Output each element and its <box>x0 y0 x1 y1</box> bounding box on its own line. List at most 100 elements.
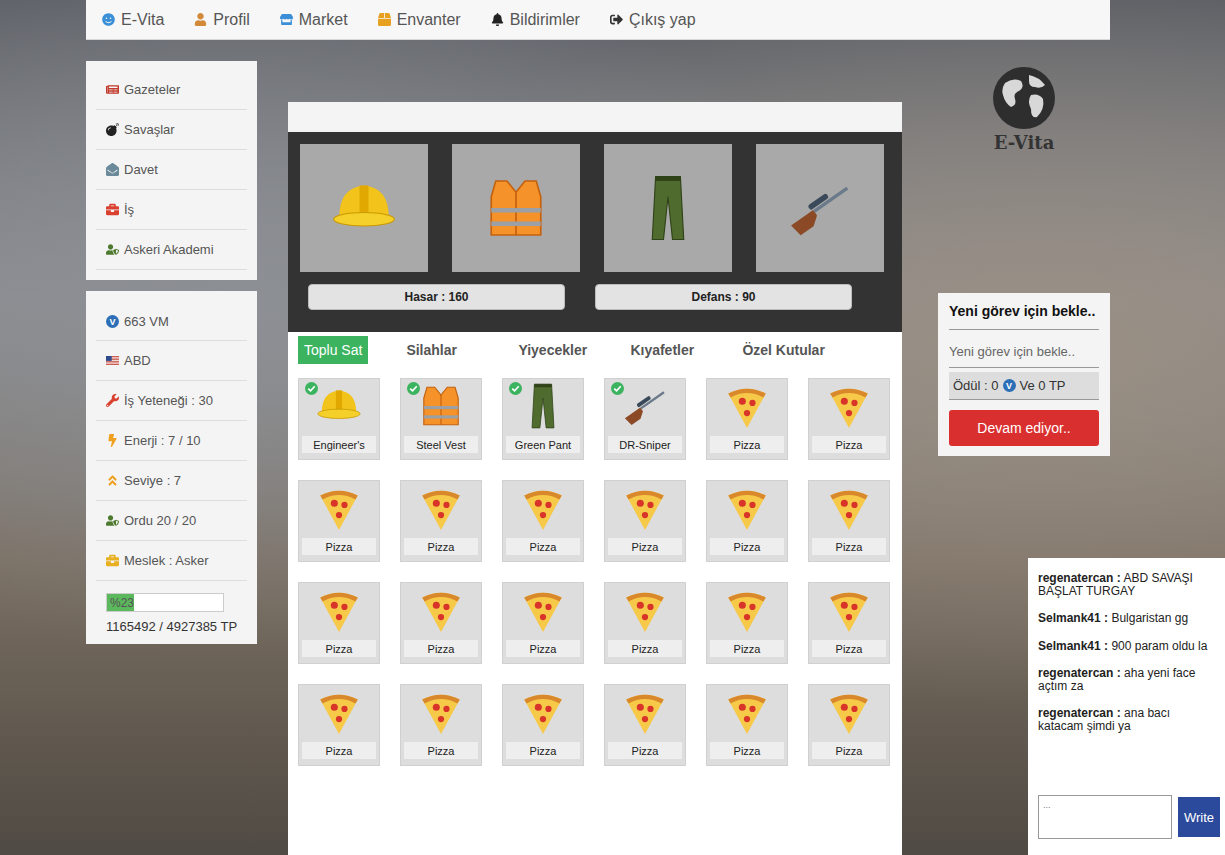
home-icon <box>102 13 115 26</box>
inventory-item[interactable]: Pizza <box>502 582 584 664</box>
level-icon <box>106 474 119 487</box>
equipment-stat: Defans : 90 <box>595 284 852 310</box>
task-box: Yeni görev için bekle..Yeni görev için b… <box>938 293 1110 456</box>
inventory-item[interactable]: Pizza <box>502 480 584 562</box>
stats-box: V663 VMABDİş Yeteneği : 30Enerji : 7 / 1… <box>86 291 257 644</box>
inventory-item[interactable]: Pizza <box>706 684 788 766</box>
page: E-Vita Profil Market Envanter Bildirimler Çık… <box>0 0 1225 855</box>
task-description: Yeni görev için bekle.. <box>949 330 1099 368</box>
inventory-item[interactable]: Pizza <box>298 684 380 766</box>
inventory-item[interactable]: Pizza <box>298 480 380 562</box>
pizza-icon <box>416 687 466 737</box>
write-button[interactable]: Write <box>1178 797 1220 837</box>
left-sidebar: GazetelerSavaşlarDavetİşAskeri Akademi V6… <box>86 61 257 644</box>
inventory-item[interactable]: Pizza <box>706 378 788 460</box>
inventory-item[interactable]: Pizza <box>298 582 380 664</box>
inventory-item[interactable]: Pizza <box>808 582 890 664</box>
tab[interactable]: Yiyecekler <box>518 342 630 358</box>
vest-icon <box>416 381 466 431</box>
vest-icon <box>480 172 552 244</box>
pizza-icon <box>620 585 670 635</box>
equipment-slot[interactable] <box>756 144 884 272</box>
item-name: Pizza <box>710 742 784 759</box>
wars-icon <box>106 123 119 136</box>
item-name: Pizza <box>812 640 886 657</box>
inventory-item[interactable]: Pizza <box>400 480 482 562</box>
task-title: Yeni görev için bekle.. <box>949 303 1099 330</box>
item-name: DR-Sniper <box>608 436 682 453</box>
item-name: Pizza <box>710 538 784 555</box>
notifications-icon <box>491 13 504 26</box>
equipment-slot[interactable] <box>300 144 428 272</box>
inventory-item[interactable]: Pizza <box>808 480 890 562</box>
sniper-rifle-icon <box>620 381 670 431</box>
academy-icon <box>106 243 119 256</box>
inventory-item[interactable]: Pizza <box>604 480 686 562</box>
chat-message: Selmank41 : 900 param oldu la <box>1038 640 1217 653</box>
nav-item[interactable]: Envanter <box>378 11 461 29</box>
stat-row: V663 VM <box>96 303 247 341</box>
top-nav: E-Vita Profil Market Envanter Bildirimler Çık… <box>86 0 1110 40</box>
chat-input[interactable] <box>1038 795 1172 839</box>
nav-item[interactable]: Market <box>280 11 348 29</box>
item-name: Pizza <box>506 640 580 657</box>
tab[interactable]: Toplu Sat <box>298 336 368 364</box>
pants-icon <box>632 172 704 244</box>
item-name: Pizza <box>812 436 886 453</box>
equipped-check-icon <box>407 382 420 395</box>
inventory-item[interactable]: Pizza <box>604 582 686 664</box>
inventory-item[interactable]: Pizza <box>400 684 482 766</box>
inventory-item[interactable]: Pizza <box>604 684 686 766</box>
inventory-item[interactable]: Pizza <box>808 684 890 766</box>
sidebar-item[interactable]: İş <box>96 190 247 230</box>
sidebar-item[interactable]: Askeri Akademi <box>96 230 247 270</box>
tab[interactable]: Silahlar <box>406 342 518 358</box>
inventory-item[interactable]: Pizza <box>400 582 482 664</box>
inventory-item[interactable]: DR-Sniper <box>604 378 686 460</box>
pizza-icon <box>620 687 670 737</box>
right-column: E-VitaYeni görev için bekle..Yeni görev … <box>938 40 1110 456</box>
us-flag-icon <box>106 354 119 367</box>
inventory-item[interactable]: Pizza <box>502 684 584 766</box>
inventory-item[interactable]: Engineer's <box>298 378 380 460</box>
tab[interactable]: Kıyafetler <box>630 342 742 358</box>
task-button[interactable]: Devam ediyor.. <box>949 410 1099 446</box>
helmet-icon <box>314 381 364 431</box>
stat-row: ABD <box>96 341 247 381</box>
nav-item[interactable]: Çıkış yap <box>610 11 696 29</box>
inventory-item[interactable]: Pizza <box>808 378 890 460</box>
item-name: Pizza <box>404 640 478 657</box>
equipment-slot[interactable] <box>452 144 580 272</box>
nav-item[interactable]: Bildirimler <box>491 11 580 29</box>
inventory-item[interactable]: Green Pant <box>502 378 584 460</box>
invite-icon <box>106 163 119 176</box>
item-name: Pizza <box>302 640 376 657</box>
market-icon <box>280 13 293 26</box>
globe-logo-icon <box>991 65 1057 131</box>
equipment-panel: Hasar : 160Defans : 90 <box>288 132 902 332</box>
sidebar-item[interactable]: Savaşlar <box>96 110 247 150</box>
inventory-item[interactable]: Steel Vest <box>400 378 482 460</box>
stat-row: Enerji : 7 / 10 <box>96 421 247 461</box>
inventory-icon <box>378 13 391 26</box>
vm-icon: V <box>1003 379 1016 392</box>
tab[interactable]: Özel Kutular <box>742 342 854 358</box>
item-name: Pizza <box>608 640 682 657</box>
inventory-item[interactable]: Pizza <box>706 582 788 664</box>
inventory-item[interactable]: Pizza <box>706 480 788 562</box>
helmet-icon <box>328 172 400 244</box>
profession-icon <box>106 554 119 567</box>
pizza-icon <box>314 687 364 737</box>
item-name: Steel Vest <box>404 436 478 453</box>
sidebar-item[interactable]: Gazeteler <box>96 70 247 110</box>
inventory-panel: Hasar : 160Defans : 90 Toplu Sat SilahlarY… <box>288 102 902 855</box>
nav-item[interactable]: Profil <box>194 11 249 29</box>
inventory-tabs: Toplu Sat SilahlarYiyeceklerKıyafetlerÖze… <box>288 332 902 364</box>
item-name: Green Pant <box>506 436 580 453</box>
sidebar-item[interactable]: Davet <box>96 150 247 190</box>
nav-item[interactable]: E-Vita <box>102 11 164 29</box>
item-name: Pizza <box>710 640 784 657</box>
equipment-slot[interactable] <box>604 144 732 272</box>
skill-icon <box>106 394 119 407</box>
stat-row: Meslek : Asker <box>96 541 247 581</box>
